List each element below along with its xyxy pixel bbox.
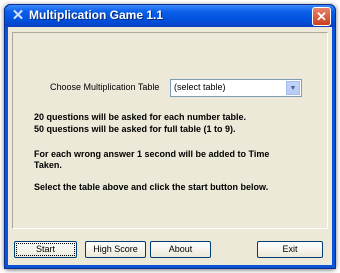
chevron-down-icon[interactable]: ▼ [286, 81, 300, 95]
title-bar[interactable]: ✕ Multiplication Game 1.1 ✕ [5, 5, 335, 27]
table-select[interactable]: (select table) ▼ [170, 79, 302, 97]
start-button[interactable]: Start [14, 241, 77, 258]
info-line-3: For each wrong answer 1 second will be a… [34, 149, 270, 159]
info-line-1: 20 questions will be asked for each numb… [34, 112, 247, 122]
about-button[interactable]: About [150, 241, 211, 258]
table-select-value: (select table) [174, 82, 226, 92]
close-button[interactable]: ✕ [312, 7, 331, 26]
app-window: ✕ Multiplication Game 1.1 ✕ Choose Multi… [4, 4, 336, 269]
info-line-2: 50 questions will be asked for full tabl… [34, 124, 236, 134]
exit-button[interactable]: Exit [257, 241, 323, 258]
high-score-button[interactable]: High Score [85, 241, 146, 258]
close-icon: ✕ [316, 9, 327, 24]
app-icon: ✕ [11, 7, 25, 24]
info-line-5: Select the table above and click the sta… [34, 182, 269, 192]
content-frame: Choose Multiplication Table (select tabl… [12, 32, 328, 229]
window-title: Multiplication Game 1.1 [29, 8, 164, 22]
info-line-4: Taken. [34, 160, 62, 170]
client-area: Choose Multiplication Table (select tabl… [8, 27, 332, 265]
choose-table-label: Choose Multiplication Table [50, 82, 160, 92]
